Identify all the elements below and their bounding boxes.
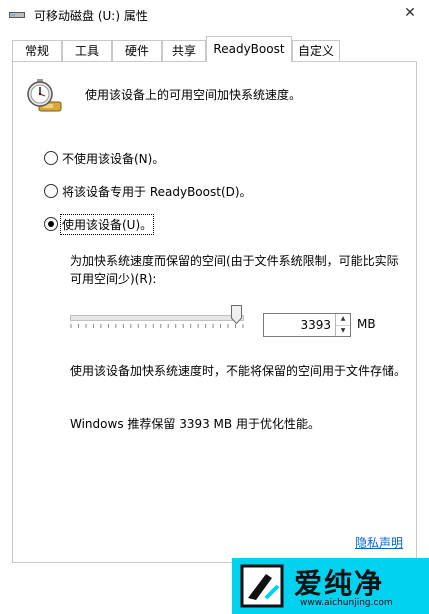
readyboost-panel: 使用该设备上的可用空间加快系统速度。 不使用该设备(N)。 将该设备专用于 Re…: [12, 61, 417, 563]
reserve-size-value[interactable]: 3393: [264, 314, 335, 336]
tab-readyboost[interactable]: ReadyBoost: [206, 36, 292, 62]
tab-sharing[interactable]: 共享: [162, 40, 206, 61]
option-label: 将该设备专用于 ReadyBoost(D)。: [62, 184, 252, 199]
spin-up-button[interactable]: ▲: [336, 314, 350, 326]
recommendation-text: Windows 推荐保留 3393 MB 用于优化性能。: [70, 417, 320, 431]
option-label: 使用该设备(U)。: [59, 213, 155, 235]
readyboost-stopwatch-icon: [27, 79, 62, 112]
reserve-slider-thumb[interactable]: [231, 305, 243, 324]
option-use-device[interactable]: 使用该设备(U)。: [44, 213, 155, 235]
watermark-title: 爱纯净: [294, 567, 385, 600]
tab-strip: 常规 工具 硬件 共享 ReadyBoost 自定义: [12, 36, 420, 62]
tab-tools[interactable]: 工具: [62, 40, 112, 61]
spin-buttons: ▲ ▼: [335, 314, 350, 336]
window-title: 可移动磁盘 (U:) 属性: [34, 9, 148, 23]
option-do-not-use[interactable]: 不使用该设备(N)。: [44, 150, 164, 166]
watermark-url: www.aichunjing.com: [300, 598, 393, 608]
radio-do-not-use[interactable]: [44, 151, 58, 165]
slider-ticks: [70, 324, 244, 328]
option-dedicate[interactable]: 将该设备专用于 ReadyBoost(D)。: [44, 183, 252, 199]
watermark: 爱纯净 www.aichunjing.com: [232, 558, 429, 614]
removable-drive-icon: [9, 12, 25, 18]
storage-note: 使用该设备加快系统速度时，不能将保留的空间用于文件存储。: [70, 364, 407, 378]
tab-hardware[interactable]: 硬件: [112, 40, 162, 61]
reserve-size-input[interactable]: 3393 ▲ ▼: [263, 313, 351, 337]
properties-window: 可移动磁盘 (U:) 属性 ✕ 常规 工具 硬件 共享 ReadyBoost 自…: [0, 0, 429, 614]
reserve-space-label: 为加快系统速度而保留的空间(由于文件系统限制，可能比实际可用空间少)(R):: [70, 254, 399, 286]
reserve-slider-track[interactable]: [70, 315, 244, 321]
radio-use-device[interactable]: [44, 217, 58, 231]
close-button[interactable]: ✕: [399, 2, 421, 24]
spin-down-button[interactable]: ▼: [336, 326, 350, 337]
tab-general[interactable]: 常规: [12, 40, 62, 61]
tab-customize[interactable]: 自定义: [292, 40, 340, 61]
watermark-logo: [240, 564, 284, 608]
intro-text: 使用该设备上的可用空间加快系统速度。: [85, 88, 302, 102]
option-label: 不使用该设备(N)。: [62, 151, 165, 166]
title-bar: 可移动磁盘 (U:) 属性 ✕: [0, 0, 429, 30]
privacy-link[interactable]: 隐私声明: [355, 534, 403, 551]
radio-dedicate[interactable]: [44, 184, 58, 198]
unit-label: MB: [357, 317, 376, 331]
